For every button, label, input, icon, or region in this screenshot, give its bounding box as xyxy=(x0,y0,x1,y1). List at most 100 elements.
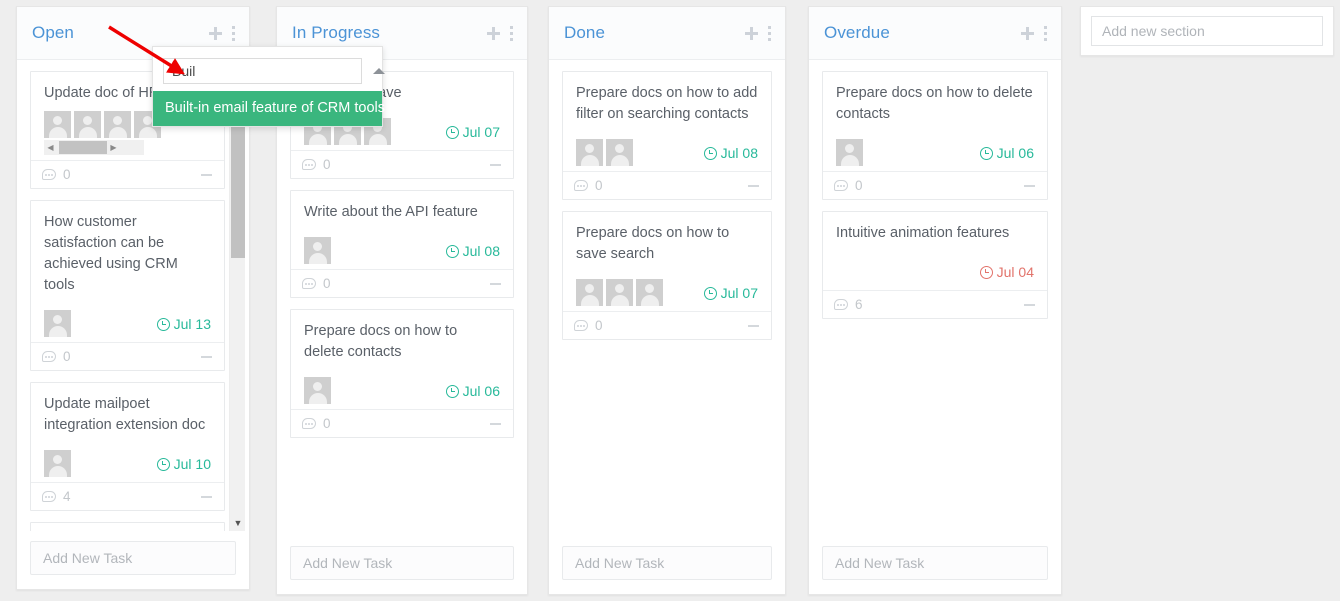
comment-indicator[interactable]: 0 xyxy=(302,276,490,291)
plus-icon[interactable] xyxy=(1021,26,1034,40)
plus-icon[interactable] xyxy=(745,26,758,40)
task-autocomplete-popup: Built-in email feature of CRM tools xyxy=(152,46,385,127)
due-date-label: Jul 04 xyxy=(996,264,1034,280)
add-new-task-input[interactable] xyxy=(562,546,772,580)
card-title: Prepare docs on how to delete contacts xyxy=(304,323,458,360)
comment-indicator[interactable]: 0 xyxy=(574,318,748,333)
task-card[interactable]: Intuitive animation features Jul 04 6 xyxy=(822,211,1048,319)
avatar xyxy=(74,111,101,138)
add-new-task-input[interactable] xyxy=(822,546,1048,580)
add-new-task-input[interactable] xyxy=(30,541,236,575)
card-title: Update mailpoet integration extension do… xyxy=(44,396,206,433)
vertical-dots-icon[interactable] xyxy=(768,25,771,41)
comment-indicator[interactable]: 6 xyxy=(834,297,1024,312)
kanban-column: Overdue Prepare docs on how to delete con… xyxy=(808,6,1062,595)
card-body: How customer satisfaction can be achieve… xyxy=(31,201,224,342)
clock-icon xyxy=(703,286,717,300)
add-new-section-input[interactable] xyxy=(1091,16,1323,46)
minus-icon[interactable] xyxy=(490,163,501,166)
add-new-section-panel xyxy=(1080,6,1334,56)
add-new-task-input[interactable] xyxy=(290,546,514,580)
minus-icon[interactable] xyxy=(1024,184,1035,187)
task-card[interactable]: Prepare docs on how to add filter on sea… xyxy=(562,71,772,200)
comment-indicator[interactable]: 0 xyxy=(302,157,490,172)
column-header: Done xyxy=(549,7,785,60)
task-card[interactable]: Write about the API feature Jul 08 0 xyxy=(290,190,514,298)
column-actions xyxy=(745,25,771,41)
task-card[interactable]: Prepare docs on how to delete contacts Ju… xyxy=(822,71,1048,200)
due-date: Jul 08 xyxy=(445,243,500,264)
due-date-label: Jul 08 xyxy=(462,243,500,259)
minus-icon[interactable] xyxy=(490,282,501,285)
scroll-down-arrow-icon[interactable]: ▼ xyxy=(230,518,246,528)
avatar xyxy=(606,139,633,166)
assignee-avatars xyxy=(44,310,157,337)
due-date: Jul 08 xyxy=(703,145,758,166)
card-footer: 0 xyxy=(291,269,513,297)
due-date-label: Jul 07 xyxy=(462,124,500,140)
minus-icon[interactable] xyxy=(201,495,212,498)
due-date: Jul 10 xyxy=(156,456,211,477)
kanban-board: Open Update doc of HRM ◀ ▶ 0 How customer sat… xyxy=(0,0,1340,601)
card-meta: Jul 04 xyxy=(836,251,1034,285)
vertical-dots-icon[interactable] xyxy=(510,25,513,41)
card-body: Update mailpoet integration extension do… xyxy=(31,383,224,482)
task-card[interactable]: Update mailpoet integration extension do… xyxy=(30,382,225,511)
due-date: Jul 07 xyxy=(703,285,758,306)
card-meta: Jul 06 xyxy=(836,132,1034,166)
minus-icon[interactable] xyxy=(490,422,501,425)
chevron-up-icon[interactable] xyxy=(362,58,396,84)
card-body: Prepare docs of how to create contactsJu… xyxy=(31,523,224,531)
vertical-dots-icon[interactable] xyxy=(1044,25,1047,41)
column-actions xyxy=(1021,25,1047,41)
column-actions xyxy=(209,25,235,41)
card-meta: Jul 06 xyxy=(304,370,500,404)
autocomplete-suggestion-item[interactable]: Built-in email feature of CRM tools xyxy=(153,91,385,126)
comment-indicator[interactable]: 0 xyxy=(574,178,748,193)
comment-icon xyxy=(302,278,316,289)
plus-icon[interactable] xyxy=(209,26,222,40)
card-body: Prepare docs on how to add filter on sea… xyxy=(563,72,771,171)
scroll-left-arrow-icon[interactable]: ◀ xyxy=(44,140,57,155)
avatar-horizontal-scrollbar[interactable]: ◀ ▶ xyxy=(44,140,144,155)
card-body: Prepare docs on how to delete contacts Ju… xyxy=(291,310,513,409)
avatar xyxy=(606,279,633,306)
comment-indicator[interactable]: 0 xyxy=(42,349,201,364)
clock-icon xyxy=(979,146,993,160)
comment-icon xyxy=(834,180,848,191)
minus-icon[interactable] xyxy=(748,184,759,187)
minus-icon[interactable] xyxy=(1024,303,1035,306)
task-card[interactable]: Prepare docs on how to delete contacts Ju… xyxy=(290,309,514,438)
comment-indicator[interactable]: 0 xyxy=(42,167,201,182)
minus-icon[interactable] xyxy=(201,355,212,358)
comment-indicator[interactable]: 0 xyxy=(834,178,1024,193)
scroll-right-arrow-icon[interactable]: ▶ xyxy=(107,140,120,155)
minus-icon[interactable] xyxy=(748,324,759,327)
minus-icon[interactable] xyxy=(201,173,212,176)
comment-indicator[interactable]: 4 xyxy=(42,489,201,504)
assignee-avatars xyxy=(836,139,980,166)
task-card[interactable]: Prepare docs on how to save search Jul 07… xyxy=(562,211,772,340)
vertical-dots-icon[interactable] xyxy=(232,25,235,41)
card-footer: 0 xyxy=(823,171,1047,199)
comment-indicator[interactable]: 0 xyxy=(302,416,490,431)
due-date-label: Jul 06 xyxy=(462,383,500,399)
task-card[interactable]: Prepare docs of how to create contactsJu… xyxy=(30,522,225,531)
avatar xyxy=(304,377,331,404)
card-title: Prepare docs on how to save search xyxy=(576,225,730,262)
column-card-list: Update doc of HRM ◀ ▶ 0 How customer satisfa… xyxy=(17,60,249,531)
card-meta: Jul 13 xyxy=(44,303,211,337)
column-actions xyxy=(487,25,513,41)
assignee-avatars xyxy=(576,139,704,166)
avatar xyxy=(44,111,71,138)
column-vertical-scrollbar[interactable]: ▼ xyxy=(229,60,245,531)
comment-icon xyxy=(574,180,588,191)
comment-count: 0 xyxy=(63,167,71,182)
card-body: Write about the API feature Jul 08 xyxy=(291,191,513,269)
autocomplete-search-input[interactable] xyxy=(163,58,362,84)
task-card[interactable]: How customer satisfaction can be achieve… xyxy=(30,200,225,371)
column-footer xyxy=(809,536,1061,594)
kanban-column: Done Prepare docs on how to add filter on… xyxy=(548,6,786,595)
scrollbar-thumb[interactable] xyxy=(59,141,107,154)
plus-icon[interactable] xyxy=(487,26,500,40)
